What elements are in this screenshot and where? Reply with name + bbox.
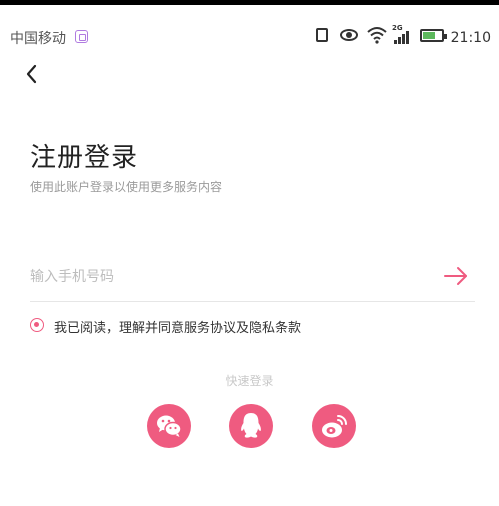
agreement-checkbox[interactable] bbox=[30, 318, 44, 332]
back-button[interactable] bbox=[20, 62, 44, 86]
eye-icon bbox=[340, 29, 358, 41]
page-title: 注册登录 bbox=[30, 143, 139, 173]
clock: 21:10 bbox=[450, 30, 491, 46]
weibo-login-button[interactable] bbox=[312, 404, 356, 448]
battery-icon bbox=[420, 29, 447, 42]
weibo-icon bbox=[322, 415, 347, 438]
quick-login-label: 快速登录 bbox=[225, 374, 274, 388]
hd-badge-icon bbox=[75, 30, 88, 43]
wechat-login-button[interactable] bbox=[147, 404, 191, 448]
agreement-text[interactable]: 我已阅读，理解并同意服务协议及隐私条款 bbox=[54, 317, 301, 336]
arrow-right-icon bbox=[444, 267, 467, 285]
qq-login-button[interactable] bbox=[229, 404, 273, 448]
phone-number-input[interactable] bbox=[30, 262, 420, 292]
phone-input-row bbox=[30, 258, 475, 302]
wifi-icon bbox=[367, 27, 387, 44]
page-subtitle: 使用此账户登录以使用更多服务内容 bbox=[30, 180, 223, 194]
vibrate-icon bbox=[316, 28, 328, 42]
wechat-icon bbox=[157, 415, 182, 437]
submit-button[interactable] bbox=[443, 264, 469, 288]
chevron-left-icon bbox=[26, 64, 37, 84]
top-edge-bar bbox=[0, 0, 499, 5]
status-bar: 中国移动 2G 21:10 bbox=[0, 22, 499, 52]
signal-icon bbox=[394, 30, 410, 44]
qq-icon bbox=[241, 413, 261, 438]
status-icons: 2G 21:10 bbox=[316, 24, 491, 46]
carrier-name: 中国移动 bbox=[10, 31, 66, 47]
